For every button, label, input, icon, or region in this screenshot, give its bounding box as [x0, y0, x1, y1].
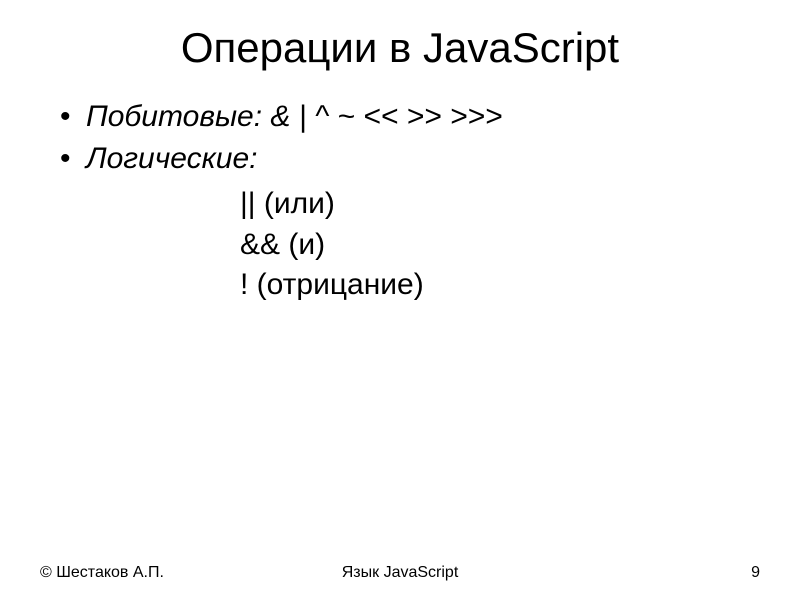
bullet-logical: Логические: — [60, 142, 760, 176]
sub-not: ! (отрицание) — [240, 265, 760, 306]
footer: © Шестаков А.П. Язык JavaScript 9 — [0, 564, 800, 582]
bullet-list: Побитовые: & | ^ ~ << >> >>> Логические: — [60, 100, 760, 176]
slide-title: Операции в JavaScript — [40, 24, 760, 72]
slide: Операции в JavaScript Побитовые: & | ^ ~… — [0, 0, 800, 600]
sub-or: || (или) — [240, 184, 760, 225]
footer-subject: Язык JavaScript — [0, 564, 800, 582]
sub-and: && (и) — [240, 225, 760, 266]
bullet-bitwise: Побитовые: & | ^ ~ << >> >>> — [60, 100, 760, 134]
